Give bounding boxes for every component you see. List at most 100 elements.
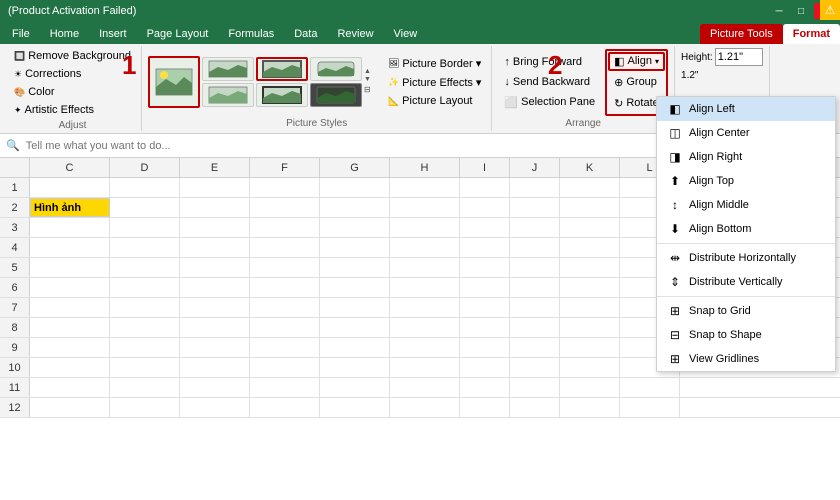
cell-10-e[interactable] — [180, 358, 250, 377]
view-gridlines-item[interactable]: ⊞ View Gridlines — [657, 347, 835, 371]
cell-11-c[interactable] — [30, 378, 110, 397]
pic-style-2[interactable] — [256, 57, 308, 81]
cell-5-g[interactable] — [320, 258, 390, 277]
cell-3-c[interactable] — [30, 218, 110, 237]
cell-12-h[interactable] — [390, 398, 460, 417]
align-btn[interactable]: ◧ Align ▾ — [608, 52, 665, 71]
cell-5-h[interactable] — [390, 258, 460, 277]
tab-view[interactable]: View — [384, 24, 428, 44]
cell-12-i[interactable] — [460, 398, 510, 417]
cell-3-f[interactable] — [250, 218, 320, 237]
cell-4-k[interactable] — [560, 238, 620, 257]
cell-11-f[interactable] — [250, 378, 320, 397]
picture-layout-btn[interactable]: 📐 Picture Layout — [384, 93, 485, 109]
cell-6-k[interactable] — [560, 278, 620, 297]
cell-10-h[interactable] — [390, 358, 460, 377]
cell-10-d[interactable] — [110, 358, 180, 377]
col-header-i[interactable]: I — [460, 158, 510, 177]
cell-4-d[interactable] — [110, 238, 180, 257]
cell-6-g[interactable] — [320, 278, 390, 297]
height-input[interactable] — [715, 48, 763, 66]
cell-4-h[interactable] — [390, 238, 460, 257]
snap-grid-item[interactable]: ⊞ Snap to Grid — [657, 299, 835, 323]
cell-9-k[interactable] — [560, 338, 620, 357]
maximize-button[interactable]: □ — [792, 3, 810, 19]
align-middle-item[interactable]: ↕ Align Middle — [657, 193, 835, 217]
col-header-h[interactable]: H — [390, 158, 460, 177]
cell-7-g[interactable] — [320, 298, 390, 317]
tab-data[interactable]: Data — [284, 24, 327, 44]
group-btn[interactable]: ⊕ Group — [608, 73, 665, 92]
align-top-item[interactable]: ⬆ Align Top — [657, 169, 835, 193]
snap-shape-item[interactable]: ⊟ Snap to Shape — [657, 323, 835, 347]
cell-11-j[interactable] — [510, 378, 560, 397]
cell-9-c[interactable] — [30, 338, 110, 357]
cell-5-k[interactable] — [560, 258, 620, 277]
cell-7-i[interactable] — [460, 298, 510, 317]
cell-4-g[interactable] — [320, 238, 390, 257]
align-center-item[interactable]: ◫ Align Center — [657, 121, 835, 145]
cell-7-e[interactable] — [180, 298, 250, 317]
col-header-j[interactable]: J — [510, 158, 560, 177]
cell-5-d[interactable] — [110, 258, 180, 277]
cell-2-i[interactable] — [460, 198, 510, 217]
tab-insert[interactable]: Insert — [89, 24, 137, 44]
cell-9-i[interactable] — [460, 338, 510, 357]
col-header-f[interactable]: F — [250, 158, 320, 177]
cell-9-d[interactable] — [110, 338, 180, 357]
more-styles-button[interactable]: ▲ ▼ ⊟ — [364, 68, 378, 96]
cell-7-k[interactable] — [560, 298, 620, 317]
pic-style-selected[interactable] — [148, 56, 200, 108]
cell-12-j[interactable] — [510, 398, 560, 417]
cell-1-j[interactable] — [510, 178, 560, 197]
picture-border-btn[interactable]: 🖼 Picture Border ▾ — [384, 55, 485, 72]
col-header-c[interactable]: C — [30, 158, 110, 177]
cell-4-e[interactable] — [180, 238, 250, 257]
cell-8-j[interactable] — [510, 318, 560, 337]
cell-11-k[interactable] — [560, 378, 620, 397]
distribute-v-item[interactable]: ⇕ Distribute Vertically — [657, 270, 835, 294]
artistic-effects-btn[interactable]: ✦ Artistic Effects — [10, 102, 135, 118]
remove-background-btn[interactable]: 🔲 Remove Background — [10, 48, 135, 64]
cell-3-d[interactable] — [110, 218, 180, 237]
pic-style-3[interactable] — [310, 57, 362, 81]
cell-11-e[interactable] — [180, 378, 250, 397]
align-right-item[interactable]: ◨ Align Right — [657, 145, 835, 169]
bring-forward-btn[interactable]: ↑ Bring Forward — [498, 53, 601, 71]
tab-file[interactable]: File — [2, 24, 40, 44]
cell-1-g[interactable] — [320, 178, 390, 197]
cell-8-f[interactable] — [250, 318, 320, 337]
cell-6-h[interactable] — [390, 278, 460, 297]
cell-5-j[interactable] — [510, 258, 560, 277]
corrections-btn[interactable]: ☀ Corrections — [10, 66, 135, 82]
col-header-k[interactable]: K — [560, 158, 620, 177]
align-bottom-item[interactable]: ⬇ Align Bottom — [657, 217, 835, 241]
tab-formulas[interactable]: Formulas — [218, 24, 284, 44]
cell-11-i[interactable] — [460, 378, 510, 397]
cell-7-j[interactable] — [510, 298, 560, 317]
tab-review[interactable]: Review — [327, 24, 383, 44]
cell-9-g[interactable] — [320, 338, 390, 357]
tab-home[interactable]: Home — [40, 24, 89, 44]
cell-1-c[interactable] — [30, 178, 110, 197]
cell-9-j[interactable] — [510, 338, 560, 357]
cell-1-i[interactable] — [460, 178, 510, 197]
cell-9-e[interactable] — [180, 338, 250, 357]
cell-9-h[interactable] — [390, 338, 460, 357]
cell-8-c[interactable] — [30, 318, 110, 337]
cell-2-j[interactable] — [510, 198, 560, 217]
cell-5-f[interactable] — [250, 258, 320, 277]
col-header-g[interactable]: G — [320, 158, 390, 177]
cell-3-g[interactable] — [320, 218, 390, 237]
cell-9-f[interactable] — [250, 338, 320, 357]
col-header-d[interactable]: D — [110, 158, 180, 177]
cell-4-i[interactable] — [460, 238, 510, 257]
pic-style-1[interactable] — [202, 57, 254, 81]
cell-3-h[interactable] — [390, 218, 460, 237]
cell-8-d[interactable] — [110, 318, 180, 337]
cell-3-i[interactable] — [460, 218, 510, 237]
cell-3-j[interactable] — [510, 218, 560, 237]
pic-style-6[interactable] — [310, 83, 362, 107]
cell-3-k[interactable] — [560, 218, 620, 237]
cell-12-l[interactable] — [620, 398, 680, 417]
